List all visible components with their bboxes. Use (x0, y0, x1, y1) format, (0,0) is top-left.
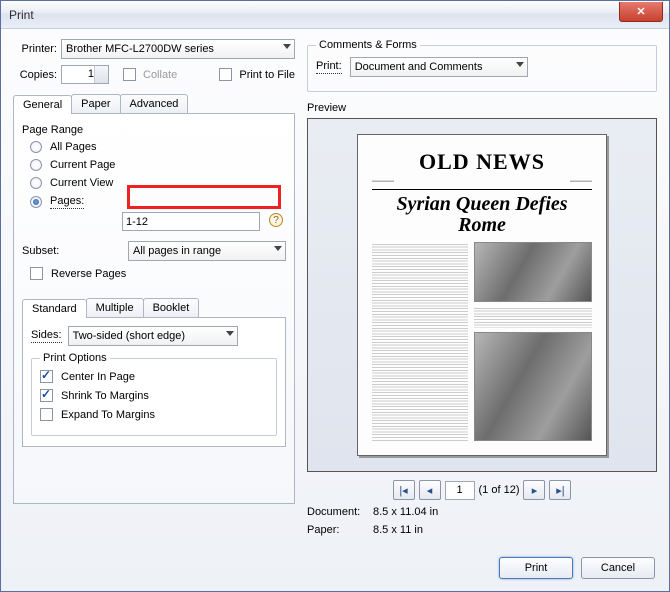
page-count-text: (1 of 12) (479, 484, 520, 496)
paper-size-value: 8.5 x 11 in (373, 524, 423, 536)
print-button[interactable]: Print (499, 557, 573, 579)
sides-select[interactable]: Two-sided (short edge) (68, 326, 238, 346)
chevron-down-icon (226, 331, 234, 336)
comments-print-label: Print: (316, 60, 342, 74)
page-range-legend: Page Range (22, 124, 286, 136)
printer-select-value: Brother MFC-L2700DW series (66, 43, 214, 55)
preview-frame: OLD NEWS ———— Syrian Queen Defies Rome (307, 118, 657, 472)
preview-image-1 (474, 242, 592, 302)
collate-checkbox (123, 68, 136, 81)
titlebar[interactable]: Print ✕ (1, 1, 669, 29)
center-in-page-checkbox[interactable] (40, 370, 53, 383)
print-dialog: Print ✕ Printer: Brother MFC-L2700DW ser… (0, 0, 670, 592)
page-navigator: |◂ ◂ (1 of 12) ▸ ▸| (307, 480, 657, 500)
preview-image-2 (474, 332, 592, 441)
radio-current-page[interactable] (30, 159, 42, 171)
print-options-legend: Print Options (40, 352, 110, 364)
reverse-pages-checkbox[interactable] (30, 267, 43, 280)
document-size-value: 8.5 x 11.04 in (373, 506, 438, 518)
sides-label: Sides: (31, 329, 62, 343)
comments-print-select[interactable]: Document and Comments (350, 57, 528, 77)
printer-label: Printer: (13, 43, 57, 55)
print-to-file-label: Print to File (239, 69, 295, 81)
preview-masthead: OLD NEWS (372, 149, 592, 175)
chevron-right-icon: ▸ (532, 484, 538, 497)
comments-forms-legend: Comments & Forms (316, 39, 420, 51)
comments-forms-group: Comments & Forms Print: Document and Com… (307, 39, 657, 92)
tab-standard[interactable]: Standard (22, 299, 87, 318)
shrink-to-margins-checkbox[interactable] (40, 389, 53, 402)
preview-page: OLD NEWS ———— Syrian Queen Defies Rome (357, 134, 607, 456)
window-title: Print (9, 8, 34, 22)
skip-first-icon: |◂ (399, 484, 407, 497)
document-size-label: Document: (307, 506, 369, 518)
prev-page-button[interactable]: ◂ (419, 480, 441, 500)
preview-label: Preview (307, 102, 657, 114)
general-tab-body: Page Range All Pages Current Page Curren… (13, 114, 295, 504)
next-page-button[interactable]: ▸ (523, 480, 545, 500)
radio-pages[interactable] (30, 196, 42, 208)
chevron-down-icon (516, 62, 524, 67)
last-page-button[interactable]: ▸| (549, 480, 571, 500)
tab-general[interactable]: General (13, 95, 72, 114)
expand-to-margins-checkbox[interactable] (40, 408, 53, 421)
copies-label: Copies: (13, 69, 57, 81)
first-page-button[interactable]: |◂ (393, 480, 415, 500)
paper-size-label: Paper: (307, 524, 369, 536)
chevron-down-icon (274, 246, 282, 251)
tab-advanced[interactable]: Advanced (120, 94, 189, 113)
page-number-input[interactable] (445, 481, 475, 500)
skip-last-icon: ▸| (556, 484, 564, 497)
subset-select[interactable]: All pages in range (128, 241, 286, 261)
pages-label: Pages: (50, 195, 84, 209)
print-to-file-checkbox[interactable] (219, 68, 232, 81)
close-icon: ✕ (636, 5, 645, 18)
settings-tabs: General Paper Advanced (13, 94, 295, 114)
tab-booklet[interactable]: Booklet (143, 298, 200, 317)
close-button[interactable]: ✕ (619, 2, 663, 22)
subset-label: Subset: (22, 245, 66, 257)
radio-current-view[interactable] (30, 177, 42, 189)
printer-select[interactable]: Brother MFC-L2700DW series (61, 39, 295, 59)
chevron-down-icon (283, 44, 291, 49)
help-icon[interactable]: ? (269, 213, 283, 227)
tab-multiple[interactable]: Multiple (86, 298, 144, 317)
preview-headline: Syrian Queen Defies Rome (372, 194, 592, 236)
pages-input[interactable] (122, 212, 260, 231)
collate-label: Collate (143, 69, 177, 81)
chevron-left-icon: ◂ (427, 484, 433, 497)
cancel-button[interactable]: Cancel (581, 557, 655, 579)
radio-all-pages[interactable] (30, 141, 42, 153)
tab-paper[interactable]: Paper (71, 94, 120, 113)
copies-stepper[interactable]: 1 (61, 65, 109, 84)
